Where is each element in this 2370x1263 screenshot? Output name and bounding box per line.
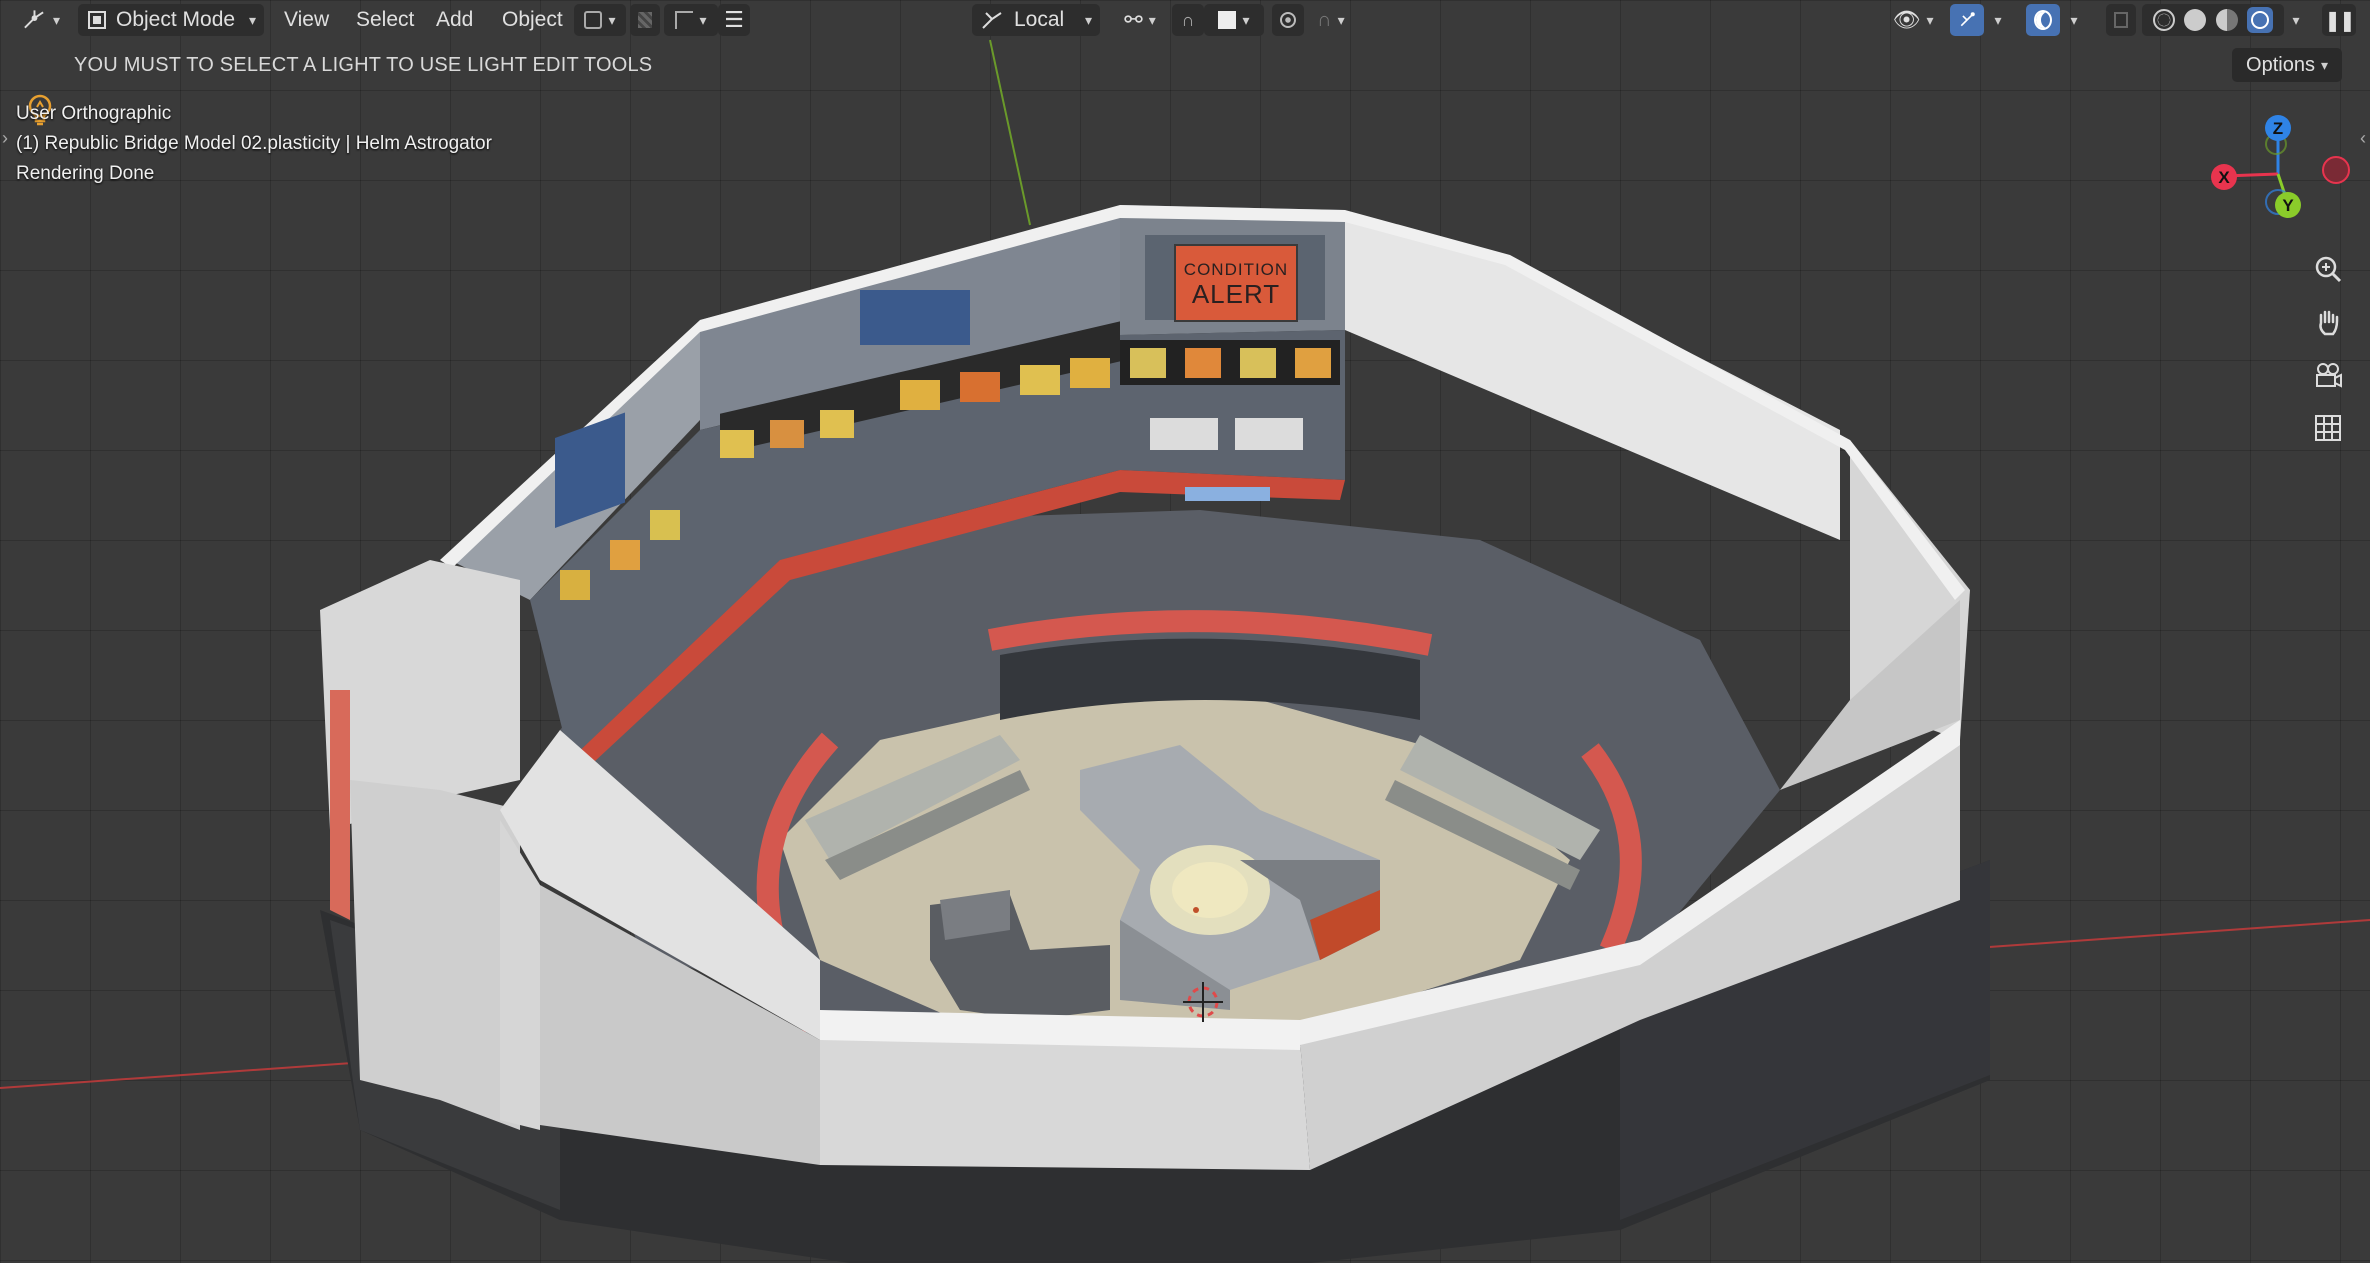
active-object-info: (1) Republic Bridge Model 02.plasticity … [16, 133, 492, 154]
hamburger-menu-button[interactable]: ☰ [718, 4, 750, 36]
overlay-toggle[interactable] [2026, 4, 2060, 36]
falloff-icon [675, 11, 694, 29]
chevron-down-icon: ▾ [52, 11, 60, 28]
camera-view-button[interactable] [2306, 353, 2350, 397]
proportional-toggle[interactable] [630, 4, 660, 36]
gizmo-y-label: Y [2282, 196, 2294, 215]
tool-notice-bar: YOU MUST TO SELECT A LIGHT TO USE LIGHT … [0, 46, 2370, 126]
gizmo-icon [1960, 12, 1975, 27]
gizmo-dropdown[interactable]: ▾ [1986, 4, 2010, 36]
xray-toggle[interactable] [2106, 4, 2136, 36]
gizmo-toggle[interactable] [1950, 4, 1984, 36]
sidebar-expand-icon[interactable]: ‹ [2360, 128, 2366, 149]
render-status: Rendering Done [16, 163, 155, 184]
overlay-dropdown[interactable]: ▾ [2062, 4, 2086, 36]
alert-line1: CONDITION [1184, 260, 1288, 279]
gizmo-z-label: Z [2273, 119, 2283, 138]
toolbar-expand-icon[interactable]: › [2, 128, 8, 149]
visibility-button[interactable]: 👁 ▾ [1888, 4, 1938, 36]
zoom-icon [2315, 256, 2342, 283]
chevron-down-icon: ▾ [1994, 11, 2002, 28]
overlay-icon [2034, 10, 2052, 30]
chevron-down-icon: ▾ [1337, 11, 1345, 28]
chevron-down-icon: ▾ [608, 11, 616, 28]
shading-modes [2142, 4, 2284, 36]
gizmo-x-label: X [2218, 168, 2230, 187]
orientation-label: Local [1014, 8, 1065, 31]
snap-toggle[interactable]: ∩ [1172, 4, 1204, 36]
checker-icon [638, 12, 652, 28]
wireframe-shading-icon[interactable] [2152, 9, 2175, 31]
xray-icon [2114, 12, 2128, 28]
proportional-edit-toggle[interactable] [1272, 4, 1304, 36]
snap-icon [584, 11, 603, 29]
grid-icon [2315, 415, 2341, 441]
toggle-ortho-button[interactable] [2306, 406, 2350, 450]
pan-button[interactable] [2306, 300, 2350, 344]
transform-orientation-selector[interactable]: Local ▾ [972, 4, 1100, 36]
zoom-button[interactable] [2306, 247, 2350, 291]
menu-icon: ☰ [724, 7, 744, 32]
view-name: User Orthographic [16, 103, 172, 124]
notice-text: YOU MUST TO SELECT A LIGHT TO USE LIGHT … [74, 54, 653, 76]
front-wall-center [820, 1040, 1310, 1170]
mode-selector[interactable]: Object Mode ▾ [78, 4, 264, 36]
target-icon [1280, 12, 1296, 28]
navigation-gizmo[interactable]: Z X Y [2190, 108, 2360, 238]
rendered-shading-icon[interactable] [2247, 7, 2274, 33]
link-icon: ⚯ [1124, 7, 1143, 32]
solid-shading-icon[interactable] [2184, 9, 2207, 31]
viewscreen-2 [555, 412, 625, 528]
chevron-down-icon: ▾ [2320, 56, 2328, 73]
magnet-icon: ∩ [1181, 9, 1195, 30]
pivot-point-button[interactable]: ⚯ ▾ [1114, 4, 1166, 36]
pause-icon: ❚❚ [2324, 9, 2355, 32]
chevron-down-icon: ▾ [1242, 11, 1250, 28]
snap-element-button[interactable]: ▾ [1204, 4, 1264, 36]
3d-viewport[interactable]: CONDITION ALERT [0, 0, 2370, 1263]
alert-line2: ALERT [1192, 279, 1280, 309]
viewscreen-1 [860, 290, 970, 345]
pause-render-button[interactable]: ❚❚ [2322, 4, 2356, 36]
chevron-down-icon: ▾ [1084, 11, 1092, 28]
options-label: Options [2246, 53, 2315, 76]
transform-pivot-icon [24, 10, 44, 29]
back-wall-right [1345, 215, 1840, 540]
chevron-down-icon: ▾ [248, 11, 256, 28]
chevron-down-icon: ▾ [2292, 11, 2300, 28]
shading-dropdown[interactable]: ▾ [2284, 4, 2308, 36]
menu-select[interactable]: Select [348, 4, 422, 36]
options-button[interactable]: Options ▾ [2232, 48, 2342, 82]
menu-view[interactable]: View [276, 4, 337, 36]
bridge-scene: CONDITION ALERT [0, 39, 2370, 1263]
material-shading-icon[interactable] [2215, 9, 2238, 31]
proportional-falloff-button[interactable]: ∩ ▾ [1306, 4, 1356, 36]
object-mode-icon [88, 11, 106, 29]
orientation-icon [982, 12, 1002, 29]
chevron-down-icon: ▾ [2070, 11, 2078, 28]
chevron-down-icon: ▾ [1148, 11, 1156, 28]
menu-add[interactable]: Add [428, 4, 481, 36]
menu-object[interactable]: Object [494, 4, 571, 36]
editor-type-button[interactable]: ▾ [14, 4, 68, 36]
viewport-header: ▾ Object Mode ▾ View Select Add Object ▾… [0, 0, 2370, 40]
square-icon [1218, 11, 1237, 29]
mode-label: Object Mode [116, 8, 236, 31]
falloff-button[interactable]: ▾ [664, 4, 718, 36]
pan-hand-icon [2319, 310, 2339, 336]
snap-target-button[interactable]: ▾ [574, 4, 626, 36]
chevron-down-icon: ▾ [699, 11, 707, 28]
eye-icon: 👁 [1892, 7, 1921, 32]
curve-icon: ∩ [1317, 8, 1332, 31]
chevron-down-icon: ▾ [1926, 11, 1934, 28]
camera-icon [2316, 363, 2342, 388]
